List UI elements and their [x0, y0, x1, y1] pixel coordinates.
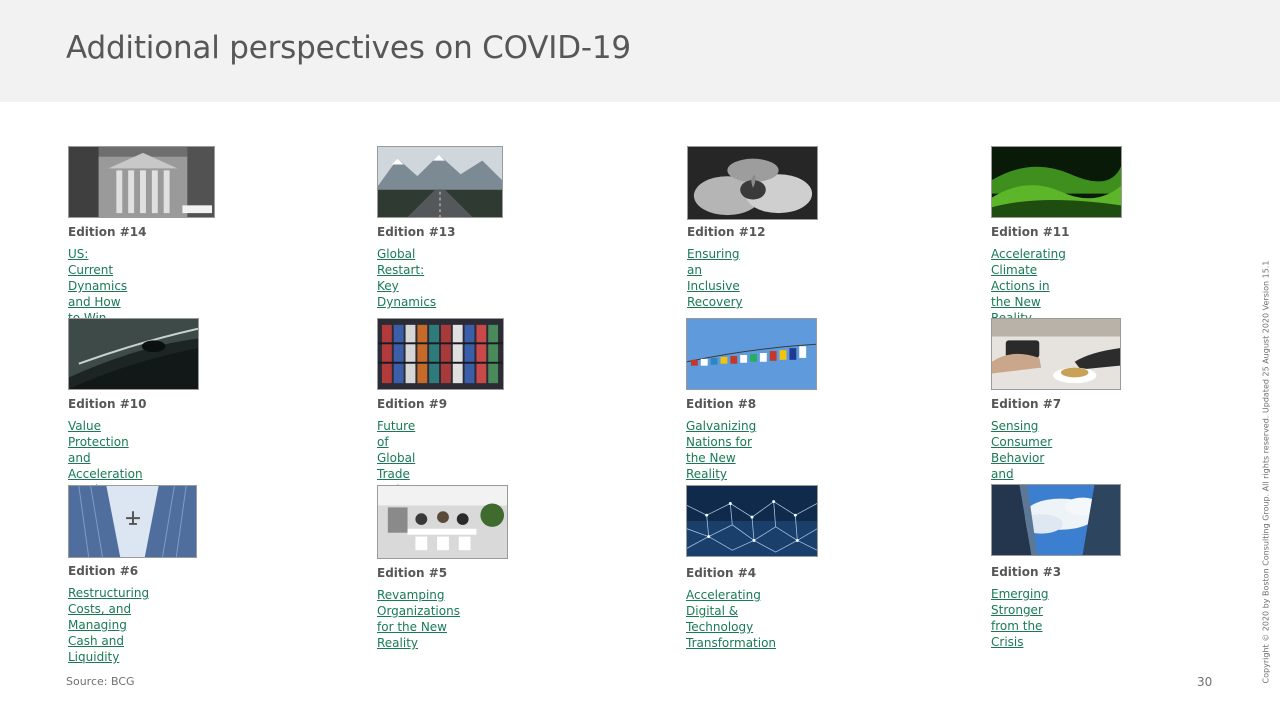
edition-number: Edition #14: [68, 225, 147, 239]
edition-number: Edition #7: [991, 397, 1062, 411]
card-payment-image[interactable]: [991, 318, 1121, 390]
page-title: Additional perspectives on COVID-19: [66, 30, 631, 66]
page-number: 30: [1197, 675, 1213, 689]
green-hills-image[interactable]: [991, 146, 1122, 218]
flags-bunting-image[interactable]: [686, 318, 817, 390]
mountain-road-image[interactable]: [377, 146, 503, 218]
cupped-hands-soil-image[interactable]: [687, 146, 818, 220]
source-note: Source: BCG: [66, 675, 135, 688]
digital-network-image[interactable]: [686, 485, 818, 557]
edition-number: Edition #9: [377, 397, 448, 411]
edition-number: Edition #8: [686, 397, 757, 411]
edition-number: Edition #10: [68, 397, 147, 411]
edition-number: Edition #4: [686, 566, 757, 580]
edition-number: Edition #13: [377, 225, 456, 239]
edition-number: Edition #11: [991, 225, 1070, 239]
edition-number: Edition #5: [377, 566, 448, 580]
edition-4-link[interactable]: Accelerating Digital & Technology Transf…: [686, 587, 776, 651]
tunnel-image[interactable]: [68, 318, 199, 390]
edition-number: Edition #12: [687, 225, 766, 239]
edition-3-link[interactable]: Emerging Stronger from the Crisis: [991, 586, 1049, 650]
edition-6-link[interactable]: Restructuring Costs, and Managing Cash a…: [68, 585, 149, 665]
edition-11-link[interactable]: Accelerating Climate Actions in the New …: [991, 246, 1066, 326]
edition-number: Edition #3: [991, 565, 1062, 579]
edition-8-link[interactable]: Galvanizing Nations for the New Reality: [686, 418, 756, 482]
shipping-containers-image[interactable]: [377, 318, 504, 390]
office-meeting-image[interactable]: [377, 485, 508, 559]
skyscrapers-sky-image[interactable]: [991, 484, 1121, 556]
edition-number: Edition #6: [68, 564, 139, 578]
edition-12-link[interactable]: Ensuring an Inclusive Recovery: [687, 246, 743, 310]
copyright-notice: Copyright © 2020 by Boston Consulting Gr…: [1261, 260, 1271, 684]
airplane-between-buildings-image[interactable]: [68, 485, 197, 558]
edition-13-link[interactable]: Global Restart: Key Dynamics: [377, 246, 436, 310]
new-york-stock-exchange-image[interactable]: [68, 146, 215, 218]
edition-5-link[interactable]: Revamping Organizations for the New Real…: [377, 587, 460, 651]
